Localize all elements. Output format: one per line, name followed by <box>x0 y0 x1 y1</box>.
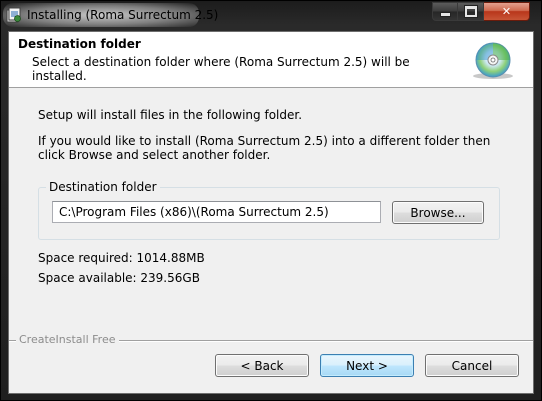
installer-app-icon <box>6 7 21 23</box>
back-button[interactable]: < Back <box>215 354 309 377</box>
close-icon: ✕ <box>501 5 512 18</box>
destination-folder-group-label: Destination folder <box>46 180 160 194</box>
page-title: Destination folder <box>18 37 141 51</box>
installer-client-area: Destination folder Select a destination … <box>8 31 534 394</box>
install-location-intro: Setup will install files in the followin… <box>38 108 303 122</box>
installer-window: Installing (Roma Surrectum 2.5) ✕ Destin… <box>0 0 542 401</box>
browse-button[interactable]: Browse... <box>392 201 484 224</box>
window-title: Installing (Roma Surrectum 2.5) <box>27 8 219 22</box>
maximize-icon <box>464 6 477 17</box>
cd-disc-icon <box>473 42 513 79</box>
cancel-button[interactable]: Cancel <box>425 354 519 377</box>
space-available-text: Space available: 239.56GB <box>38 271 200 285</box>
maximize-button[interactable] <box>458 2 484 21</box>
browse-instructions: If you would like to install (Roma Surre… <box>38 134 491 162</box>
space-required-text: Space required: 1014.88MB <box>38 251 205 265</box>
next-button[interactable]: Next > <box>320 354 414 377</box>
page-subtitle: Select a destination folder where (Roma … <box>32 55 410 83</box>
title-bar[interactable]: Installing (Roma Surrectum 2.5) ✕ <box>1 1 541 31</box>
minimize-icon <box>439 12 451 17</box>
page-header: Destination folder Select a destination … <box>9 32 533 88</box>
destination-path-input[interactable] <box>52 201 381 223</box>
close-button[interactable]: ✕ <box>484 2 530 21</box>
minimize-button[interactable] <box>432 2 458 21</box>
caption-buttons: ✕ <box>432 2 530 21</box>
createinstall-brand: CreateInstall Free <box>16 333 119 346</box>
